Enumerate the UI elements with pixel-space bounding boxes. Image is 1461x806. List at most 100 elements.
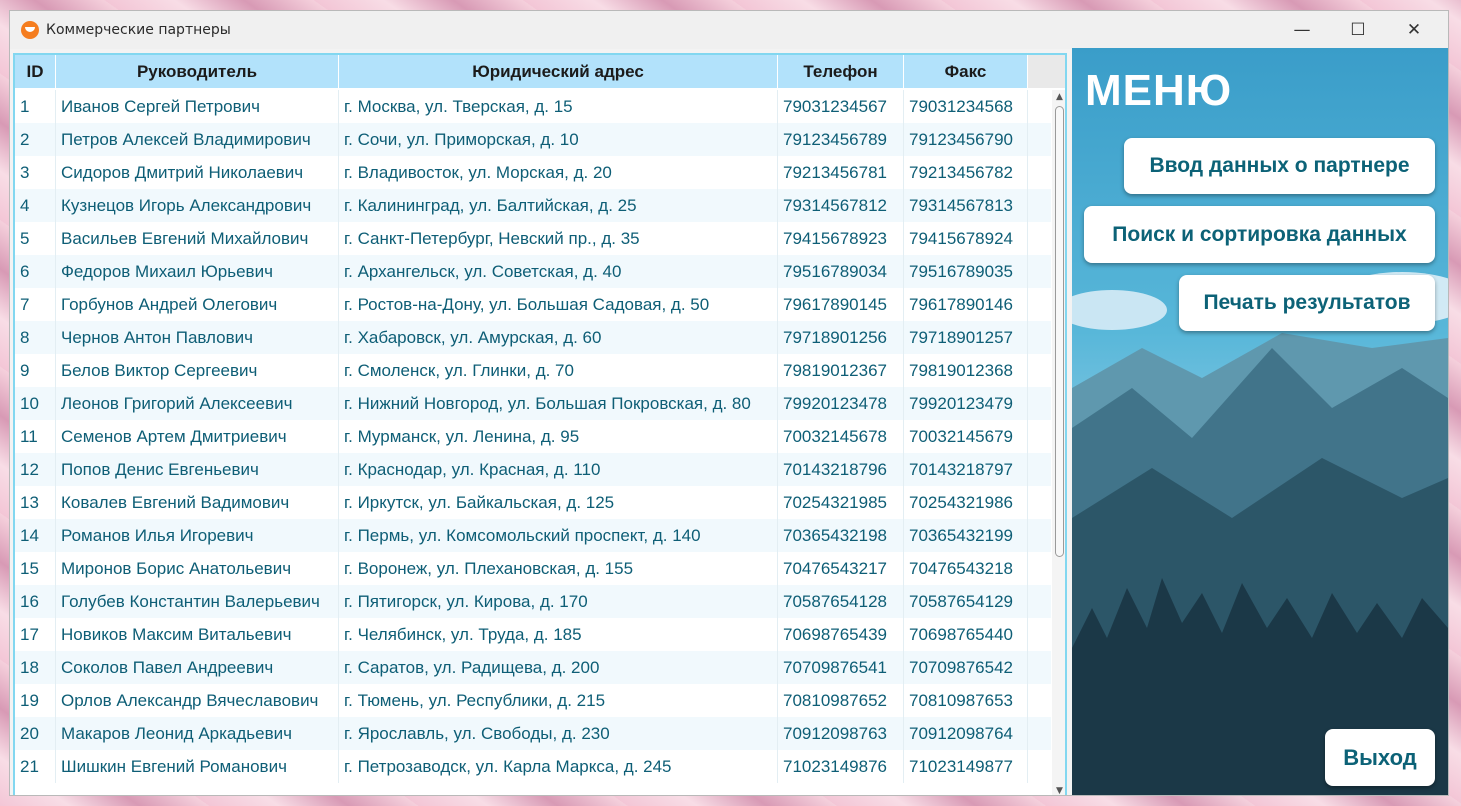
cell-id[interactable]: 17 [15,618,56,651]
cell-fax[interactable]: 79213456782 [904,156,1028,189]
cell-phone[interactable]: 70032145678 [778,420,904,453]
cell-address[interactable]: г. Санкт-Петербург, Невский пр., д. 35 [339,222,778,255]
cell-address[interactable]: г. Воронеж, ул. Плехановская, д. 155 [339,552,778,585]
table-row[interactable]: 13 Ковалев Евгений Вадимович г. Иркутск, у… [15,486,1051,519]
column-header-phone[interactable]: Телефон [778,55,904,88]
partners-table[interactable]: ID Руководитель Юридический адрес Телефо… [13,53,1067,795]
cell-fax[interactable]: 70032145679 [904,420,1028,453]
cell-director[interactable]: Горбунов Андрей Олегович [56,288,339,321]
table-row[interactable]: 4 Кузнецов Игорь Александрович г. Калининг… [15,189,1051,222]
cell-phone[interactable]: 79718901256 [778,321,904,354]
cell-director[interactable]: Шишкин Евгений Романович [56,750,339,783]
cell-fax[interactable]: 71023149877 [904,750,1028,783]
cell-id[interactable]: 20 [15,717,56,750]
cell-phone[interactable]: 79516789034 [778,255,904,288]
cell-id[interactable]: 13 [15,486,56,519]
cell-address[interactable]: г. Ярославль, ул. Свободы, д. 230 [339,717,778,750]
cell-address[interactable]: г. Смоленск, ул. Глинки, д. 70 [339,354,778,387]
table-row[interactable]: 11 Семенов Артем Дмитриевич г. Мурманск, у… [15,420,1051,453]
table-row[interactable]: 19 Орлов Александр Вячеславович г. Тюмень,… [15,684,1051,717]
table-row[interactable]: 20 Макаров Леонид Аркадьевич г. Ярославль,… [15,717,1051,750]
cell-id[interactable]: 1 [15,90,56,123]
cell-id[interactable]: 19 [15,684,56,717]
cell-fax[interactable]: 70912098764 [904,717,1028,750]
cell-id[interactable]: 10 [15,387,56,420]
cell-address[interactable]: г. Ростов-на-Дону, ул. Большая Садовая, … [339,288,778,321]
table-row[interactable]: 12 Попов Денис Евгеньевич г. Краснодар, ул… [15,453,1051,486]
cell-address[interactable]: г. Калининград, ул. Балтийская, д. 25 [339,189,778,222]
cell-director[interactable]: Чернов Антон Павлович [56,321,339,354]
maximize-button[interactable]: ☐ [1330,11,1386,49]
cell-fax[interactable]: 79123456790 [904,123,1028,156]
cell-id[interactable]: 11 [15,420,56,453]
cell-address[interactable]: г. Петрозаводск, ул. Карла Маркса, д. 24… [339,750,778,783]
cell-phone[interactable]: 70476543217 [778,552,904,585]
cell-id[interactable]: 14 [15,519,56,552]
cell-director[interactable]: Ковалев Евгений Вадимович [56,486,339,519]
cell-phone[interactable]: 70698765439 [778,618,904,651]
cell-director[interactable]: Сидоров Дмитрий Николаевич [56,156,339,189]
cell-phone[interactable]: 71023149876 [778,750,904,783]
cell-id[interactable]: 6 [15,255,56,288]
cell-fax[interactable]: 70698765440 [904,618,1028,651]
cell-address[interactable]: г. Пятигорск, ул. Кирова, д. 170 [339,585,778,618]
cell-fax[interactable]: 70365432199 [904,519,1028,552]
cell-address[interactable]: г. Мурманск, ул. Ленина, д. 95 [339,420,778,453]
cell-address[interactable]: г. Тюмень, ул. Республики, д. 215 [339,684,778,717]
cell-id[interactable]: 4 [15,189,56,222]
scroll-up-arrow-icon[interactable]: ▲ [1052,90,1065,104]
vertical-scrollbar[interactable]: ▲ ▼ [1052,90,1065,795]
cell-address[interactable]: г. Владивосток, ул. Морская, д. 20 [339,156,778,189]
print-results-button[interactable]: Печать результатов [1179,275,1435,331]
cell-address[interactable]: г. Челябинск, ул. Труда, д. 185 [339,618,778,651]
cell-director[interactable]: Романов Илья Игоревич [56,519,339,552]
cell-director[interactable]: Васильев Евгений Михайлович [56,222,339,255]
table-row[interactable]: 5 Васильев Евгений Михайлович г. Санкт-Пет… [15,222,1051,255]
cell-director[interactable]: Петров Алексей Владимирович [56,123,339,156]
cell-director[interactable]: Леонов Григорий Алексеевич [56,387,339,420]
table-row[interactable]: 21 Шишкин Евгений Романович г. Петрозаводс… [15,750,1051,783]
search-sort-button[interactable]: Поиск и сортировка данных [1084,206,1435,263]
cell-phone[interactable]: 79123456789 [778,123,904,156]
cell-fax[interactable]: 79516789035 [904,255,1028,288]
cell-phone[interactable]: 70365432198 [778,519,904,552]
cell-phone[interactable]: 79415678923 [778,222,904,255]
cell-director[interactable]: Макаров Леонид Аркадьевич [56,717,339,750]
cell-director[interactable]: Попов Денис Евгеньевич [56,453,339,486]
enter-partner-data-button[interactable]: Ввод данных о партнере [1124,138,1435,194]
cell-director[interactable]: Голубев Константин Валерьевич [56,585,339,618]
cell-director[interactable]: Федоров Михаил Юрьевич [56,255,339,288]
minimize-button[interactable]: — [1274,11,1330,49]
cell-fax[interactable]: 79920123479 [904,387,1028,420]
column-header-fax[interactable]: Факс [904,55,1028,88]
close-button[interactable]: ✕ [1386,11,1442,49]
cell-phone[interactable]: 79031234567 [778,90,904,123]
cell-id[interactable]: 12 [15,453,56,486]
cell-director[interactable]: Кузнецов Игорь Александрович [56,189,339,222]
cell-address[interactable]: г. Хабаровск, ул. Амурская, д. 60 [339,321,778,354]
cell-phone[interactable]: 70912098763 [778,717,904,750]
table-row[interactable]: 18 Соколов Павел Андреевич г. Саратов, ул.… [15,651,1051,684]
column-header-director[interactable]: Руководитель [56,55,339,88]
cell-id[interactable]: 18 [15,651,56,684]
table-row[interactable]: 16 Голубев Константин Валерьевич г. Пятиго… [15,585,1051,618]
cell-address[interactable]: г. Иркутск, ул. Байкальская, д. 125 [339,486,778,519]
table-row[interactable]: 10 Леонов Григорий Алексеевич г. Нижний Но… [15,387,1051,420]
cell-fax[interactable]: 70709876542 [904,651,1028,684]
cell-id[interactable]: 15 [15,552,56,585]
cell-address[interactable]: г. Краснодар, ул. Красная, д. 110 [339,453,778,486]
cell-id[interactable]: 3 [15,156,56,189]
table-row[interactable]: 3 Сидоров Дмитрий Николаевич г. Владивосто… [15,156,1051,189]
cell-fax[interactable]: 79314567813 [904,189,1028,222]
column-header-id[interactable]: ID [15,55,56,88]
cell-phone[interactable]: 70587654128 [778,585,904,618]
cell-fax[interactable]: 79031234568 [904,90,1028,123]
cell-address[interactable]: г. Нижний Новгород, ул. Большая Покровск… [339,387,778,420]
cell-phone[interactable]: 79213456781 [778,156,904,189]
cell-director[interactable]: Иванов Сергей Петрович [56,90,339,123]
cell-address[interactable]: г. Пермь, ул. Комсомольский проспект, д.… [339,519,778,552]
scroll-thumb[interactable] [1055,106,1064,557]
cell-phone[interactable]: 70254321985 [778,486,904,519]
cell-id[interactable]: 7 [15,288,56,321]
exit-button[interactable]: Выход [1325,729,1435,786]
